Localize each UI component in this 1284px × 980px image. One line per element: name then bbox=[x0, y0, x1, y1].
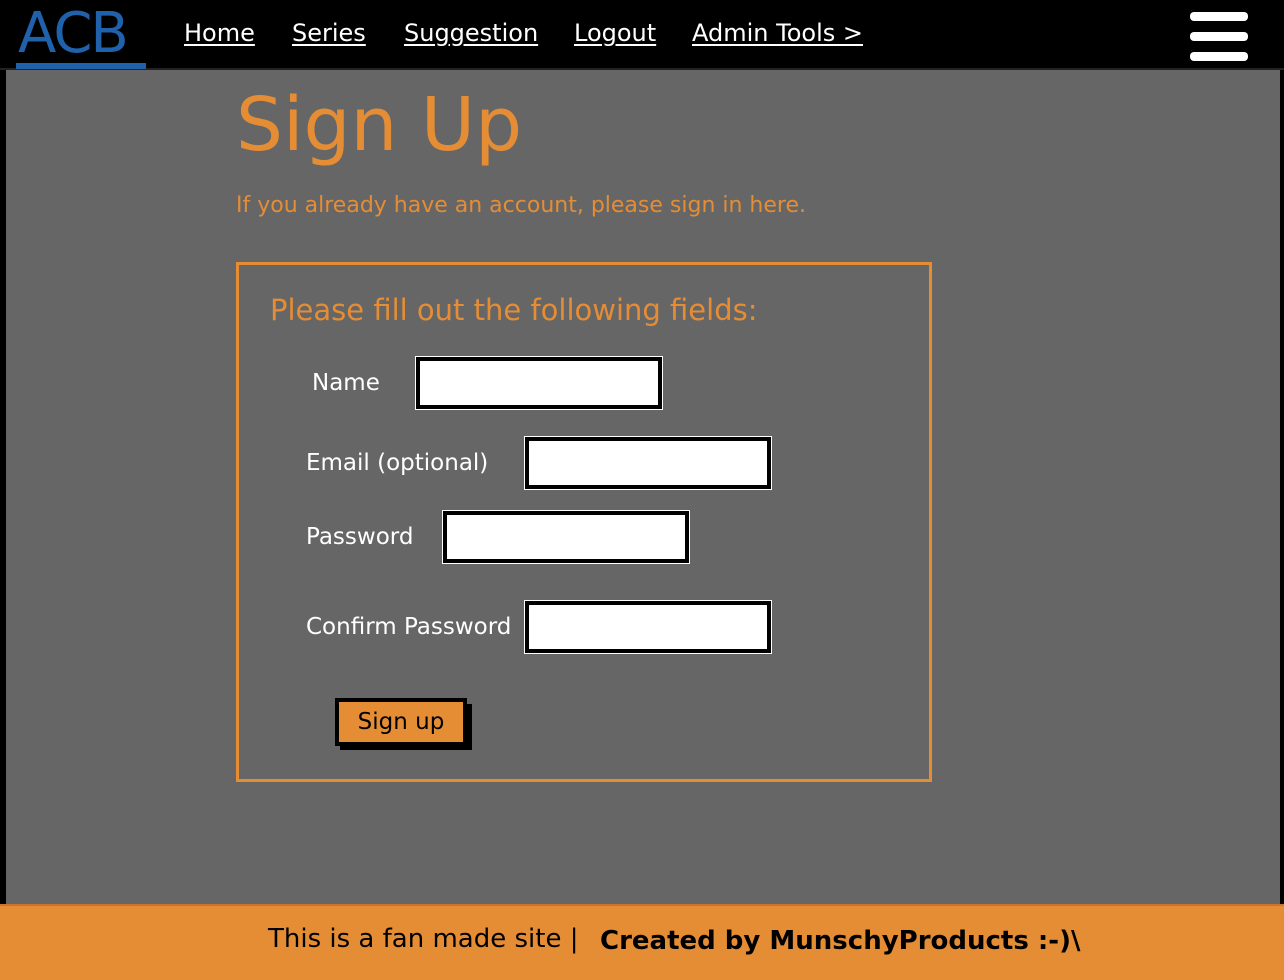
email-label: Email (optional) bbox=[306, 450, 489, 476]
site-logo[interactable]: ACB bbox=[18, 4, 129, 64]
confirm-password-input[interactable] bbox=[524, 600, 772, 654]
password-label: Password bbox=[306, 524, 414, 550]
page-title: Sign Up bbox=[236, 82, 523, 168]
footer-credit: Created by MunschyProducts :-)\ bbox=[600, 926, 1081, 956]
password-input[interactable] bbox=[442, 510, 690, 564]
nav-logout-link[interactable]: Logout bbox=[574, 18, 656, 48]
signup-button[interactable]: Sign up bbox=[335, 698, 467, 746]
form-heading: Please fill out the following fields: bbox=[270, 293, 758, 327]
footer-text: This is a fan made site | bbox=[268, 924, 579, 954]
nav-admin-tools-link[interactable]: Admin Tools > bbox=[692, 18, 863, 48]
name-label: Name bbox=[312, 370, 380, 396]
nav-suggestion-link[interactable]: Suggestion bbox=[404, 18, 538, 48]
email-input[interactable] bbox=[524, 436, 772, 490]
nav-series-link[interactable]: Series bbox=[292, 18, 366, 48]
confirm-password-label: Confirm Password bbox=[306, 614, 512, 640]
name-input[interactable] bbox=[415, 356, 663, 410]
signin-link[interactable]: If you already have an account, please s… bbox=[236, 192, 806, 220]
hamburger-menu-icon[interactable] bbox=[1190, 12, 1248, 62]
logo-underline bbox=[16, 63, 146, 69]
nav-home-link[interactable]: Home bbox=[184, 18, 255, 48]
top-nav-bar: ACB Home Series Suggestion Logout Admin … bbox=[0, 0, 1284, 70]
